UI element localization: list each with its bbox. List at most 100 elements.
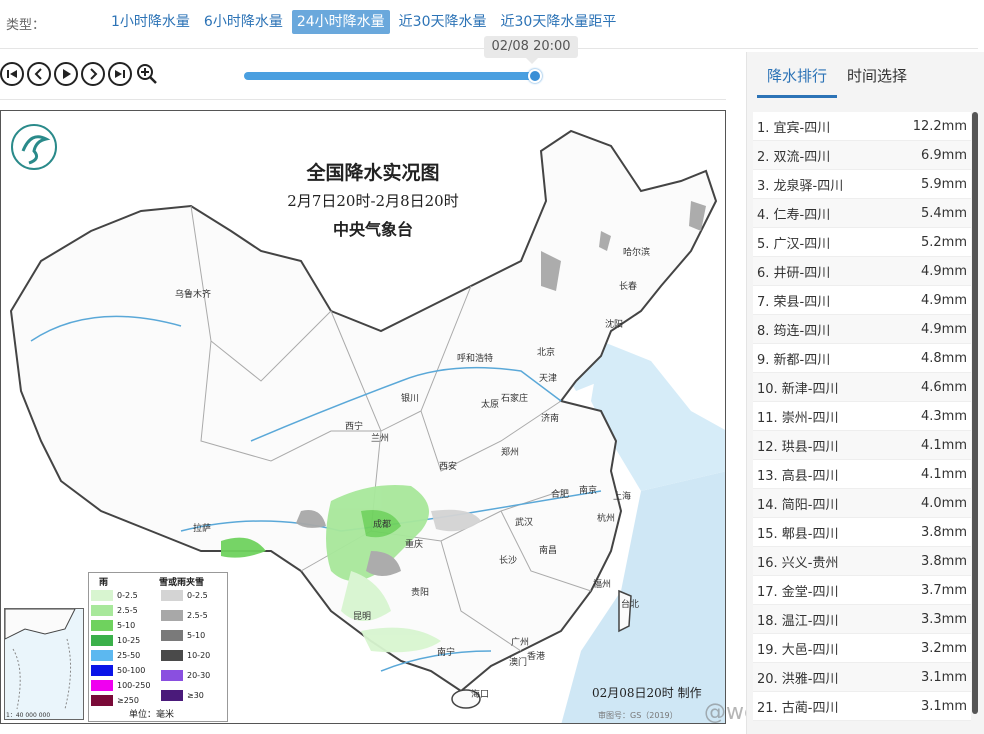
zoom-in-icon[interactable] xyxy=(135,62,159,86)
city-label: 太原 xyxy=(481,400,500,410)
ranking-row[interactable]: 10. 新津-四川 4.6mm xyxy=(753,373,971,402)
city-label: 石家庄 xyxy=(501,394,529,404)
tab-30d-precip[interactable]: 近30天降水量 xyxy=(394,10,492,34)
ranking-row[interactable]: 4. 仁寿-四川 5.4mm xyxy=(753,199,971,228)
station-name: 14. 简阳-四川 xyxy=(757,497,839,513)
precip-value: 5.9mm xyxy=(920,176,967,192)
station-name: 6. 井研-四川 xyxy=(757,265,831,281)
type-label: 类型： xyxy=(6,18,46,33)
precip-value: 4.0mm xyxy=(920,495,967,511)
city-label: 杭州 xyxy=(597,514,616,524)
precip-value: 4.9mm xyxy=(920,263,967,279)
ranking-row[interactable]: 19. 大邑-四川 3.2mm xyxy=(753,634,971,663)
slider-handle[interactable] xyxy=(528,69,542,83)
city-label: 台北 xyxy=(621,600,640,610)
ranking-panel: 降水排行 时间选择 1. 宜宾-四川 12.2mm 2. 双流-四川 6.9mm 3. … xyxy=(746,52,984,734)
tab-24h-precip[interactable]: 24小时降水量 xyxy=(291,10,390,34)
legend-swatch xyxy=(161,670,183,681)
city-label: 银川 xyxy=(401,394,420,404)
city-label: 长春 xyxy=(619,282,638,292)
ranking-row[interactable]: 21. 古蔺-四川 3.1mm xyxy=(753,692,971,721)
legend-item: 0-2.5 xyxy=(161,589,208,602)
legend-item: 5-10 xyxy=(91,619,135,632)
city-label: 南昌 xyxy=(539,546,558,556)
tab-30d-anomaly[interactable]: 近30天降水量距平 xyxy=(496,10,622,34)
city-label: 合肥 xyxy=(551,490,570,500)
legend-item: 10-25 xyxy=(91,634,140,647)
ranking-row[interactable]: 2. 双流-四川 6.9mm xyxy=(753,141,971,170)
map-legend: 雨 雪或雨夹雪 0-2.5 2.5-5 5-10 10-25 25-50 50-… xyxy=(88,572,228,722)
legend-swatch xyxy=(91,620,113,631)
station-name: 12. 珙县-四川 xyxy=(757,439,839,455)
ranking-row[interactable]: 6. 井研-四川 4.9mm xyxy=(753,257,971,286)
ranking-row[interactable]: 5. 广汉-四川 5.2mm xyxy=(753,228,971,257)
station-name: 5. 广汉-四川 xyxy=(757,236,831,252)
ranking-row[interactable]: 17. 金堂-四川 3.7mm xyxy=(753,576,971,605)
time-slider[interactable] xyxy=(244,69,542,83)
inset-map-graphic xyxy=(4,608,76,710)
ranking-row[interactable]: 3. 龙泉驿-四川 5.9mm xyxy=(753,170,971,199)
precip-value: 5.2mm xyxy=(920,234,967,250)
station-name: 20. 洪雅-四川 xyxy=(757,671,839,687)
city-label: 澳门 xyxy=(509,658,528,668)
station-name: 11. 崇州-四川 xyxy=(757,410,839,426)
city-label: 呼和浩特 xyxy=(457,354,494,364)
city-label: 南京 xyxy=(579,486,598,496)
precip-value: 4.8mm xyxy=(920,350,967,366)
ranking-row[interactable]: 7. 荣县-四川 4.9mm xyxy=(753,286,971,315)
precip-value: 4.3mm xyxy=(920,408,967,424)
station-name: 19. 大邑-四川 xyxy=(757,642,839,658)
ranking-row[interactable]: 20. 洪雅-四川 3.1mm xyxy=(753,663,971,692)
legend-swatch xyxy=(91,635,113,646)
city-label: 广州 xyxy=(511,638,530,648)
precip-value: 3.3mm xyxy=(920,611,967,627)
legend-swatch xyxy=(161,610,183,621)
ranking-row[interactable]: 1. 宜宾-四川 12.2mm xyxy=(753,112,971,141)
ranking-row[interactable]: 18. 温江-四川 3.3mm xyxy=(753,605,971,634)
precip-value: 3.1mm xyxy=(920,698,967,714)
station-name: 18. 温江-四川 xyxy=(757,613,839,629)
precip-value: 4.9mm xyxy=(920,321,967,337)
legend-swatch xyxy=(161,630,183,641)
precip-value: 3.7mm xyxy=(920,582,967,598)
ranking-row[interactable]: 15. 郫县-四川 3.8mm xyxy=(753,518,971,547)
ranking-list: 1. 宜宾-四川 12.2mm 2. 双流-四川 6.9mm 3. 龙泉驿-四川 5.9m… xyxy=(753,112,971,721)
legend-swatch xyxy=(91,695,113,706)
station-name: 7. 荣县-四川 xyxy=(757,294,831,310)
city-label: 郑州 xyxy=(501,448,520,458)
previous-icon[interactable] xyxy=(27,62,51,86)
time-tooltip: 02/08 20:00 xyxy=(484,36,578,64)
legend-item: 0-2.5 xyxy=(91,589,138,602)
tab-time-select[interactable]: 时间选择 xyxy=(837,62,917,98)
map-organization: 中央气象台 xyxy=(332,220,413,239)
slider-track xyxy=(244,72,536,80)
legend-swatch xyxy=(91,590,113,601)
legend-item: 2.5-5 xyxy=(91,604,138,617)
city-label: 成都 xyxy=(373,520,392,530)
ranking-row[interactable]: 14. 简阳-四川 4.0mm xyxy=(753,489,971,518)
scrollbar[interactable] xyxy=(972,112,978,714)
ranking-row[interactable]: 9. 新都-四川 4.8mm xyxy=(753,344,971,373)
player-controls xyxy=(0,62,159,90)
ranking-row[interactable]: 12. 珙县-四川 4.1mm xyxy=(753,431,971,460)
station-name: 16. 兴义-贵州 xyxy=(757,555,839,571)
tab-6h-precip[interactable]: 6小时降水量 xyxy=(199,10,288,34)
play-icon[interactable] xyxy=(54,62,78,86)
precip-value: 4.9mm xyxy=(920,292,967,308)
ranking-row[interactable]: 11. 崇州-四川 4.3mm xyxy=(753,402,971,431)
legend-item: 25-50 xyxy=(91,649,140,662)
skip-to-end-icon[interactable] xyxy=(108,62,132,86)
ranking-row[interactable]: 16. 兴义-贵州 3.8mm xyxy=(753,547,971,576)
legend-item: ≥250 xyxy=(91,694,139,707)
precip-value: 3.1mm xyxy=(920,669,967,685)
tab-1h-precip[interactable]: 1小时降水量 xyxy=(106,10,195,34)
city-label: 天津 xyxy=(539,374,558,384)
ranking-row[interactable]: 13. 高县-四川 4.1mm xyxy=(753,460,971,489)
precip-value: 5.4mm xyxy=(920,205,967,221)
ranking-row[interactable]: 8. 筠连-四川 4.9mm xyxy=(753,315,971,344)
station-name: 21. 古蔺-四川 xyxy=(757,700,839,716)
tab-precip-ranking[interactable]: 降水排行 xyxy=(757,62,838,98)
next-icon[interactable] xyxy=(81,62,105,86)
legend-item: 100-250 xyxy=(91,679,150,692)
skip-to-start-icon[interactable] xyxy=(0,62,24,86)
